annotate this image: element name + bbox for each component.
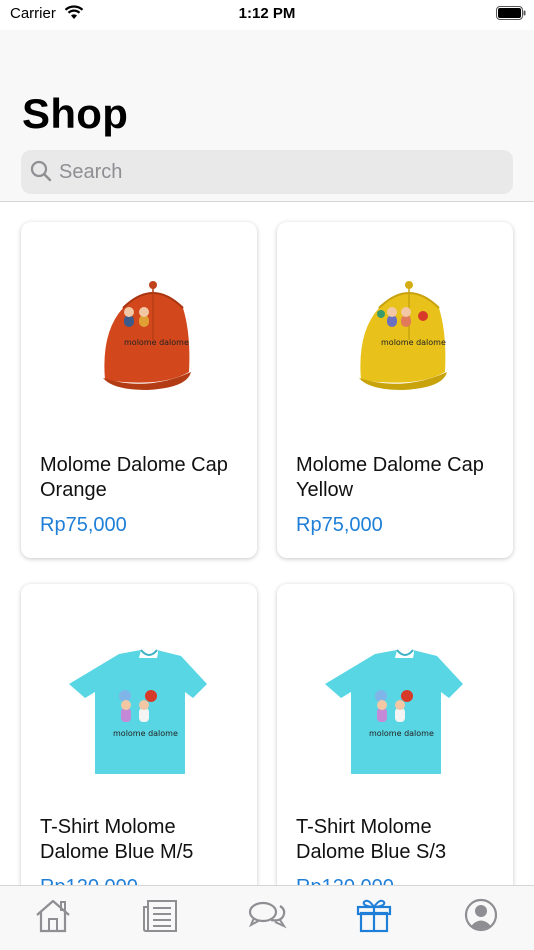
product-name: T-Shirt Molome Dalome Blue S/3 (296, 816, 447, 863)
blue-tshirt-image: molome dalome (69, 649, 207, 774)
product-card[interactable]: molome dalome T-Shirt Molome Dalome Blue… (277, 584, 513, 885)
product-price: Rp75,000 (296, 514, 383, 536)
news-icon (143, 900, 177, 932)
search-input[interactable] (59, 150, 499, 194)
svg-text:molome dalome: molome dalome (124, 338, 189, 347)
status-bar: Carrier 1:12 PM (0, 0, 534, 30)
search-bar[interactable] (21, 150, 513, 194)
gift-icon (356, 899, 392, 933)
page-title: Shop (22, 90, 129, 137)
profile-icon (464, 898, 498, 932)
product-grid: molome dalome Molome Dalome Cap Orange R… (21, 222, 513, 885)
product-card[interactable]: molome dalome T-Shirt Molome Dalome Blue… (21, 584, 257, 885)
chat-icon (248, 901, 287, 929)
product-card[interactable]: molome dalome Molome Dalome Cap Orange R… (21, 222, 257, 558)
tab-news[interactable] (138, 896, 182, 936)
navigation-header: Shop (0, 30, 534, 202)
product-price: Rp75,000 (40, 514, 127, 536)
product-name: T-Shirt Molome Dalome Blue M/5 (40, 816, 194, 863)
product-name: Molome Dalome Cap Orange (40, 454, 228, 501)
product-grid-scroll[interactable]: molome dalome Molome Dalome Cap Orange R… (0, 203, 534, 885)
svg-text:molome dalome: molome dalome (381, 338, 446, 347)
tab-shop[interactable] (352, 896, 396, 936)
battery-icon (496, 6, 526, 20)
tab-chat[interactable] (245, 896, 289, 936)
blue-tshirt-image: molome dalome (325, 649, 463, 774)
product-price: Rp120,000 (296, 876, 394, 885)
search-icon (30, 160, 52, 182)
product-name: Molome Dalome Cap Yellow (296, 454, 484, 501)
home-icon (36, 899, 70, 933)
svg-text:molome dalome: molome dalome (113, 729, 178, 738)
clock: 1:12 PM (238, 5, 296, 22)
svg-text:molome dalome: molome dalome (369, 729, 434, 738)
tab-home[interactable] (31, 896, 75, 936)
product-card[interactable]: molome dalome Molome Dalome Cap Yellow R… (277, 222, 513, 558)
tab-bar (0, 885, 534, 950)
orange-cap-image: molome dalome (103, 281, 191, 390)
tab-profile[interactable] (459, 896, 503, 936)
yellow-cap-image: molome dalome (359, 281, 447, 390)
product-price: Rp120,000 (40, 876, 138, 885)
